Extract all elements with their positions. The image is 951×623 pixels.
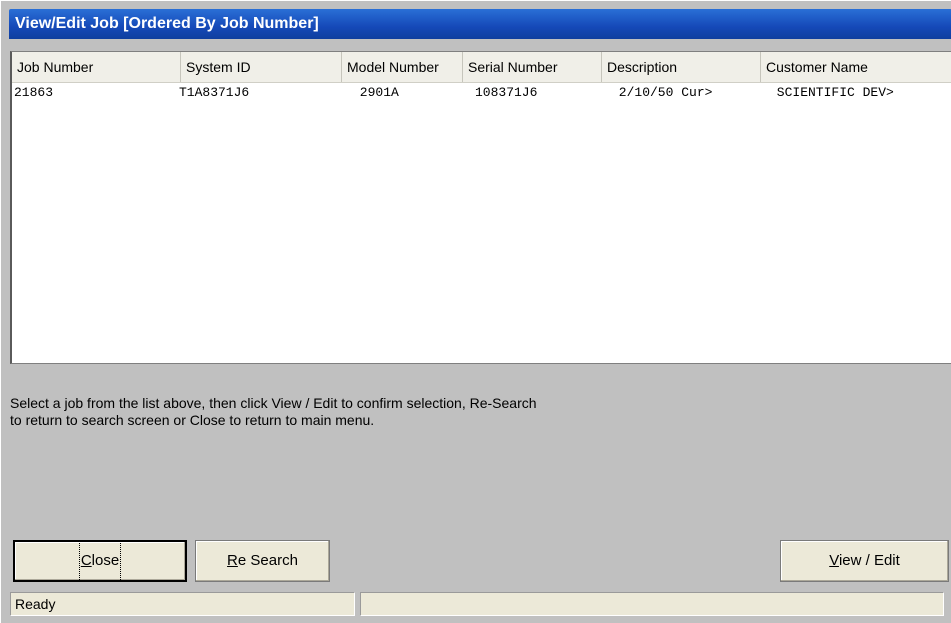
column-header-serial-number[interactable]: Serial Number	[463, 52, 602, 82]
close-label: lose	[91, 552, 120, 569]
window-title: View/Edit Job [Ordered By Job Number]	[9, 9, 951, 39]
status-pane-secondary	[360, 592, 944, 616]
cell-system-id: T1A8371J6	[179, 85, 250, 100]
research-label: e Search	[237, 552, 298, 569]
view-edit-mnemonic: V	[829, 552, 839, 569]
research-button[interactable]: Re Search	[195, 540, 330, 582]
column-header-system-id[interactable]: System ID	[181, 52, 342, 82]
research-mnemonic: R	[227, 552, 238, 569]
cell-model-number: 2901A	[352, 85, 399, 100]
cell-job-number: 21863	[14, 85, 54, 100]
instructions-line-2: to return to search screen or Close to r…	[10, 412, 375, 428]
status-text: Ready	[10, 592, 355, 616]
status-bar: Ready	[10, 592, 951, 616]
column-header-customer-name[interactable]: Customer Name	[761, 52, 951, 82]
view-edit-label: iew / Edit	[838, 552, 900, 569]
column-header-job-number[interactable]: Job Number	[12, 52, 181, 82]
job-list[interactable]: Job Number System ID Model Number Serial…	[10, 51, 951, 364]
column-header-description[interactable]: Description	[602, 52, 761, 82]
view-edit-job-window: View/Edit Job [Ordered By Job Number] Jo…	[0, 0, 951, 623]
list-header: Job Number System ID Model Number Serial…	[12, 52, 951, 83]
close-mnemonic: C	[80, 552, 92, 569]
close-button[interactable]: Close	[13, 540, 187, 582]
column-header-model-number[interactable]: Model Number	[342, 52, 463, 82]
cell-customer-name: SCIENTIFIC DEV>	[769, 85, 894, 100]
table-row[interactable]: 21863 T1A8371J6 2901A 108371J6 2/10/50 C…	[12, 83, 951, 103]
instructions-line-1: Select a job from the list above, then c…	[10, 395, 537, 411]
view-edit-button[interactable]: View / Edit	[780, 540, 949, 582]
cell-description: 2/10/50 Cur>	[611, 85, 713, 100]
instructions-text: Select a job from the list above, then c…	[10, 395, 690, 429]
cell-serial-number: 108371J6	[475, 85, 538, 100]
